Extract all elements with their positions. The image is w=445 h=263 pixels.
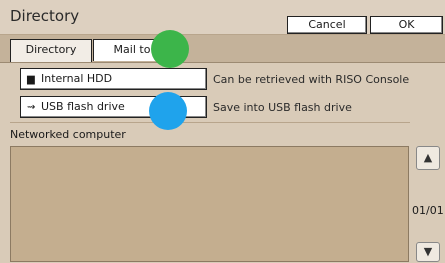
- divider: [10, 122, 410, 123]
- hdd-icon: ▆: [27, 74, 35, 85]
- ok-button[interactable]: OK: [370, 16, 443, 34]
- page-indicator: 01/01: [412, 204, 444, 217]
- blue-marker: [149, 92, 187, 130]
- internal-hdd-button[interactable]: ▆ Internal HDD: [20, 68, 207, 90]
- arrow-down-icon: ▼: [423, 245, 433, 258]
- scroll-up-button[interactable]: ▲: [416, 146, 440, 170]
- cancel-button[interactable]: Cancel: [287, 16, 367, 34]
- networked-computer-list[interactable]: [10, 146, 409, 262]
- usb-flash-drive-label: USB flash drive: [41, 100, 125, 113]
- internal-hdd-label: Internal HDD: [41, 72, 113, 85]
- usb-flash-drive-description: Save into USB flash drive: [213, 101, 352, 114]
- scroll-down-button[interactable]: ▼: [416, 242, 440, 262]
- arrow-up-icon: ▲: [423, 151, 433, 164]
- networked-computer-label: Networked computer: [10, 128, 126, 141]
- internal-hdd-description: Can be retrieved with RISO Console: [213, 73, 410, 86]
- usb-icon: ⇝: [27, 102, 36, 113]
- tab-directory[interactable]: Directory: [10, 39, 92, 63]
- window-title: Directory: [10, 7, 80, 25]
- green-marker: [151, 30, 189, 68]
